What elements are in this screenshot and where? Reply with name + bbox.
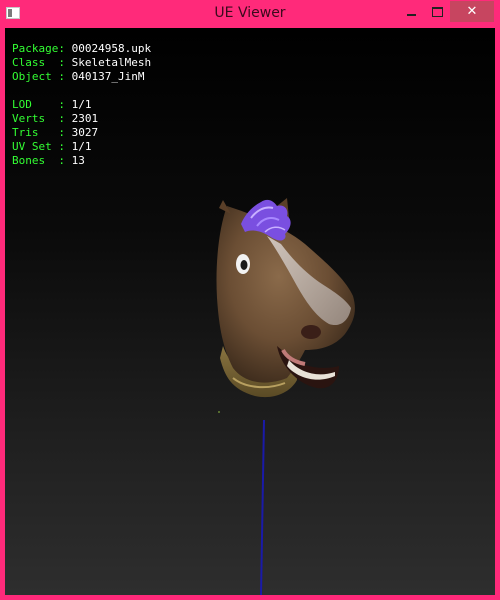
axis-line bbox=[260, 419, 265, 595]
info-row-lod: LOD : 1/1 bbox=[12, 98, 151, 112]
maximize-button[interactable] bbox=[424, 1, 450, 22]
info-row-tris: Tris : 3027 bbox=[12, 126, 151, 140]
info-value: 3027 bbox=[71, 126, 99, 139]
info-row-package: Package: 00024958.upk bbox=[12, 42, 151, 56]
info-row-class: Class : SkeletalMesh bbox=[12, 56, 151, 70]
app-window: UE Viewer ✕ Package: 00024958.upk Class … bbox=[0, 0, 500, 600]
info-label: LOD : bbox=[12, 98, 72, 111]
info-value: 00024958.upk bbox=[71, 42, 152, 55]
info-value: 1/1 bbox=[71, 98, 92, 111]
minimize-icon bbox=[406, 13, 416, 16]
info-value: 13 bbox=[71, 154, 85, 167]
info-value: SkeletalMesh bbox=[71, 56, 152, 69]
3d-viewport[interactable]: Package: 00024958.upk Class : SkeletalMe… bbox=[5, 28, 495, 595]
title-bar[interactable]: UE Viewer ✕ bbox=[0, 0, 500, 28]
info-label: UV Set : bbox=[12, 140, 72, 153]
mesh-info-overlay: Package: 00024958.upk Class : SkeletalMe… bbox=[12, 42, 151, 168]
info-row-uv-set: UV Set : 1/1 bbox=[12, 140, 151, 154]
close-button[interactable]: ✕ bbox=[450, 1, 494, 22]
info-label: Class : bbox=[12, 56, 72, 69]
info-value: 2301 bbox=[71, 112, 99, 125]
info-row-verts: Verts : 2301 bbox=[12, 112, 151, 126]
maximize-icon bbox=[431, 6, 443, 17]
info-value: 040137_JinM bbox=[71, 70, 145, 83]
info-label: Verts : bbox=[12, 112, 72, 125]
info-value: 1/1 bbox=[71, 140, 92, 153]
close-icon: ✕ bbox=[466, 4, 478, 19]
nostril bbox=[301, 325, 321, 339]
info-row-object: Object : 040137_JinM bbox=[12, 70, 151, 84]
info-label: Object : bbox=[12, 70, 72, 83]
origin-dot bbox=[218, 411, 220, 413]
info-label: Tris : bbox=[12, 126, 72, 139]
info-label: Package: bbox=[12, 42, 72, 55]
info-label: Bones : bbox=[12, 154, 72, 167]
info-row-bones: Bones : 13 bbox=[12, 154, 151, 168]
minimize-button[interactable] bbox=[398, 1, 424, 22]
